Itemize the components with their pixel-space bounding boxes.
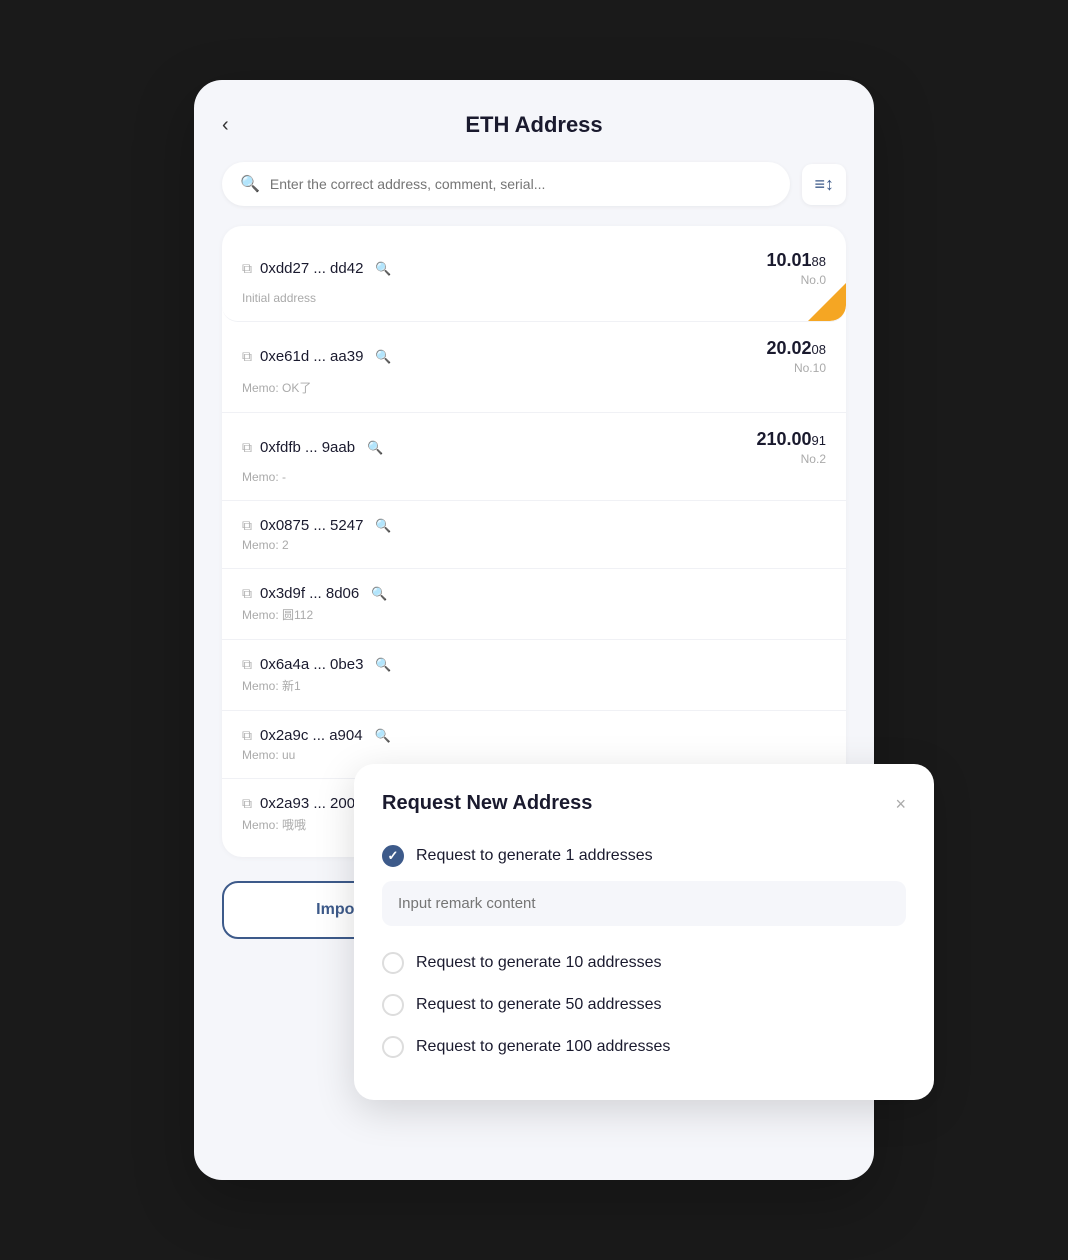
address-item-4[interactable]: ⧉ 0x3d9f ... 8d06 🔍 Memo: 圆112 xyxy=(222,569,846,640)
request-modal: Request New Address × Request to generat… xyxy=(354,764,934,1100)
memo-6: Memo: uu xyxy=(242,748,826,762)
address-text-2: 0xfdfb ... 9aab xyxy=(260,439,355,456)
address-item-1[interactable]: ⧉ 0xe61d ... aa39 🔍 20.0208 No.10 Memo: … xyxy=(222,322,846,413)
copy-icon-0[interactable]: ⧉ xyxy=(242,260,252,277)
copy-icon-7[interactable]: ⧉ xyxy=(242,795,252,812)
modal-close-button[interactable]: × xyxy=(895,795,906,813)
address-text-5: 0x6a4a ... 0be3 xyxy=(260,656,363,673)
copy-icon-5[interactable]: ⧉ xyxy=(242,656,252,673)
search-addr-icon-5[interactable]: 🔍 xyxy=(375,657,391,673)
memo-0: Initial address xyxy=(242,291,826,305)
search-input[interactable] xyxy=(270,176,773,192)
address-item-0[interactable]: ⧉ 0xdd27 ... dd42 🔍 10.0188 No.0 Initial… xyxy=(222,234,846,322)
search-wrapper: 🔍 xyxy=(222,162,790,206)
copy-icon-3[interactable]: ⧉ xyxy=(242,517,252,534)
radio-circle-2 xyxy=(382,952,404,974)
search-addr-icon-1[interactable]: 🔍 xyxy=(375,349,391,365)
memo-3: Memo: 2 xyxy=(242,538,826,552)
radio-circle-4 xyxy=(382,1036,404,1058)
filter-icon: ≡↕ xyxy=(814,174,834,194)
address-text-7: 0x2a93 ... 2006 xyxy=(260,795,363,812)
balance-main-2: 210.00 xyxy=(756,429,811,449)
address-item-3[interactable]: ⧉ 0x0875 ... 5247 🔍 Memo: 2 xyxy=(222,501,846,569)
balance-sub-2: 91 xyxy=(812,433,826,448)
memo-4: Memo: 圆112 xyxy=(242,606,826,623)
modal-header: Request New Address × xyxy=(382,792,906,815)
no-label-2: No.2 xyxy=(756,452,826,466)
address-text-4: 0x3d9f ... 8d06 xyxy=(260,585,359,602)
copy-icon-4[interactable]: ⧉ xyxy=(242,585,252,602)
search-addr-icon-0[interactable]: 🔍 xyxy=(375,261,391,277)
back-button[interactable]: ‹ xyxy=(222,114,229,137)
header: ‹ ETH Address xyxy=(222,112,846,138)
address-text-1: 0xe61d ... aa39 xyxy=(260,348,363,365)
no-label-1: No.10 xyxy=(766,361,826,375)
radio-circle-3 xyxy=(382,994,404,1016)
balance-sub-1: 08 xyxy=(812,342,826,357)
copy-icon-6[interactable]: ⧉ xyxy=(242,727,252,744)
address-text-6: 0x2a9c ... a904 xyxy=(260,727,363,744)
radio-label-3: Request to generate 50 addresses xyxy=(416,996,662,1014)
search-addr-icon-2[interactable]: 🔍 xyxy=(367,440,383,456)
memo-1: Memo: OK了 xyxy=(242,379,826,396)
page-title: ETH Address xyxy=(465,112,602,138)
balance-sub-0: 88 xyxy=(812,254,826,269)
radio-circle-1 xyxy=(382,845,404,867)
memo-5: Memo: 新1 xyxy=(242,677,826,694)
active-corner-badge xyxy=(808,283,846,321)
address-text-0: 0xdd27 ... dd42 xyxy=(260,260,363,277)
radio-label-4: Request to generate 100 addresses xyxy=(416,1038,670,1056)
address-item-2[interactable]: ⧉ 0xfdfb ... 9aab 🔍 210.0091 No.2 Memo: … xyxy=(222,413,846,501)
balance-main-0: 10.01 xyxy=(766,250,811,270)
copy-icon-1[interactable]: ⧉ xyxy=(242,348,252,365)
address-list: ⧉ 0xdd27 ... dd42 🔍 10.0188 No.0 Initial… xyxy=(222,226,846,857)
search-icon: 🔍 xyxy=(240,174,260,194)
remark-input[interactable] xyxy=(382,881,906,926)
search-bar: 🔍 ≡↕ xyxy=(222,162,846,206)
radio-option-3[interactable]: Request to generate 50 addresses xyxy=(382,984,906,1026)
address-item-5[interactable]: ⧉ 0x6a4a ... 0be3 🔍 Memo: 新1 xyxy=(222,640,846,711)
memo-2: Memo: - xyxy=(242,470,826,484)
search-addr-icon-4[interactable]: 🔍 xyxy=(371,586,387,602)
radio-option-4[interactable]: Request to generate 100 addresses xyxy=(382,1026,906,1068)
balance-main-1: 20.02 xyxy=(766,338,811,358)
filter-button[interactable]: ≡↕ xyxy=(802,164,846,205)
search-addr-icon-6[interactable]: 🔍 xyxy=(375,728,391,744)
search-addr-icon-3[interactable]: 🔍 xyxy=(375,518,391,534)
modal-title: Request New Address xyxy=(382,792,592,815)
copy-icon-2[interactable]: ⧉ xyxy=(242,439,252,456)
radio-label-1: Request to generate 1 addresses xyxy=(416,847,653,865)
radio-option-2[interactable]: Request to generate 10 addresses xyxy=(382,942,906,984)
address-text-3: 0x0875 ... 5247 xyxy=(260,517,363,534)
radio-option-1[interactable]: Request to generate 1 addresses xyxy=(382,835,906,877)
radio-label-2: Request to generate 10 addresses xyxy=(416,954,662,972)
